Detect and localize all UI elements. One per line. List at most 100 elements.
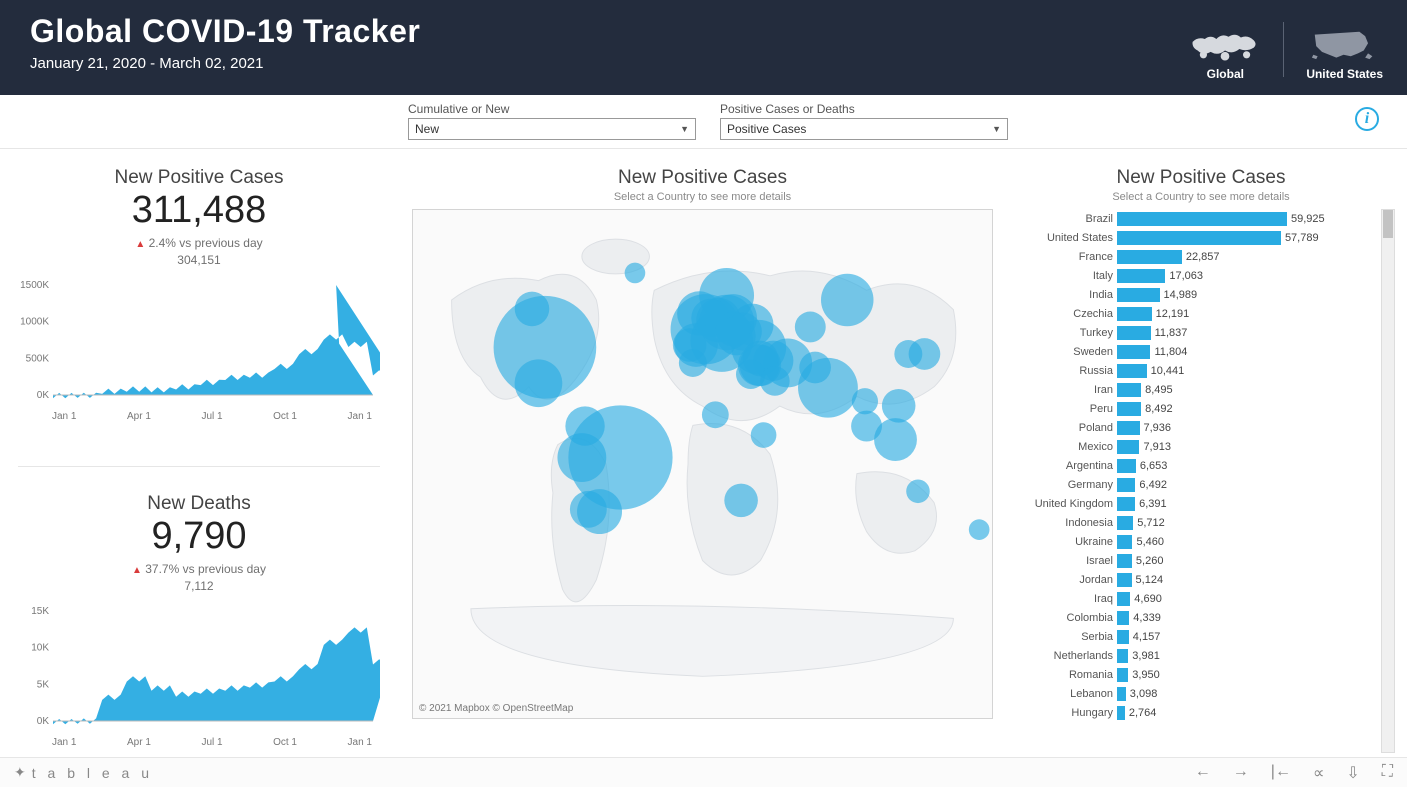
country-bar-row[interactable]: Italy17,063 bbox=[1007, 266, 1377, 285]
map-bubble[interactable] bbox=[625, 263, 646, 284]
bar-fill bbox=[1117, 364, 1147, 378]
map-bubble[interactable] bbox=[760, 366, 790, 396]
map-bubble[interactable] bbox=[724, 484, 758, 518]
map-bubble[interactable] bbox=[702, 401, 729, 428]
map-bubble[interactable] bbox=[515, 292, 550, 327]
deaths-chart[interactable]: 0K5K10K15K Jan 1Apr 1Jul 1Oct 1Jan 1 bbox=[18, 605, 380, 748]
bar-value: 8,492 bbox=[1145, 403, 1173, 415]
map-bubble[interactable] bbox=[906, 480, 930, 504]
country-bar-row[interactable]: United Kingdom6,391 bbox=[1007, 494, 1377, 513]
chevron-down-icon: ▼ bbox=[680, 124, 689, 134]
map-bubble[interactable] bbox=[821, 274, 873, 326]
map-bubble[interactable] bbox=[673, 328, 707, 362]
country-bar-row[interactable]: Sweden11,804 bbox=[1007, 342, 1377, 361]
country-bar-row[interactable]: Iran8,495 bbox=[1007, 380, 1377, 399]
bar-fill bbox=[1117, 231, 1281, 245]
country-bar-row[interactable]: Jordan5,124 bbox=[1007, 570, 1377, 589]
country-bar-row[interactable]: Peru8,492 bbox=[1007, 399, 1377, 418]
stat-deaths-value: 9,790 bbox=[18, 517, 380, 555]
reset-button[interactable]: |← bbox=[1271, 763, 1291, 783]
fullscreen-button[interactable]: ⛶ bbox=[1382, 763, 1393, 783]
bar-fill bbox=[1117, 687, 1126, 701]
map-bubble[interactable] bbox=[751, 422, 777, 448]
svg-text:15K: 15K bbox=[31, 606, 49, 617]
cases-area-chart: 0K500K1000K1500K bbox=[18, 279, 380, 409]
country-bar-row[interactable]: Poland7,936 bbox=[1007, 418, 1377, 437]
country-bar-row[interactable]: Iraq4,690 bbox=[1007, 589, 1377, 608]
country-label: India bbox=[1007, 289, 1117, 301]
map-bubble[interactable] bbox=[969, 519, 990, 540]
region-toggle-us[interactable]: United States bbox=[1306, 23, 1383, 81]
country-bar-row[interactable]: Colombia4,339 bbox=[1007, 608, 1377, 627]
undo-button[interactable]: ← bbox=[1195, 763, 1211, 783]
map-bubble[interactable] bbox=[852, 388, 878, 414]
svg-text:5K: 5K bbox=[37, 679, 50, 690]
divider bbox=[18, 466, 380, 467]
country-bar-row[interactable]: Germany6,492 bbox=[1007, 475, 1377, 494]
map-bubble[interactable] bbox=[515, 359, 563, 407]
country-bar-row[interactable]: Ukraine5,460 bbox=[1007, 532, 1377, 551]
world-map[interactable]: © 2021 Mapbox © OpenStreetMap bbox=[412, 209, 993, 719]
country-label: Sweden bbox=[1007, 346, 1117, 358]
bar-fill bbox=[1117, 421, 1140, 435]
bar-fill bbox=[1117, 649, 1128, 663]
country-bar-row[interactable]: Argentina6,653 bbox=[1007, 456, 1377, 475]
svg-text:1500K: 1500K bbox=[20, 280, 49, 291]
bar-value: 4,339 bbox=[1133, 612, 1161, 624]
bar-value: 7,913 bbox=[1143, 441, 1171, 453]
map-svg bbox=[413, 210, 992, 718]
download-button[interactable]: ⇩ bbox=[1346, 763, 1359, 783]
bar-value: 6,391 bbox=[1139, 498, 1167, 510]
map-title: New Positive Cases bbox=[412, 167, 993, 189]
main-content: New Positive Cases 311,488 ▲ 2.4% vs pre… bbox=[0, 149, 1407, 757]
region-global-label: Global bbox=[1207, 67, 1244, 81]
bar-fill bbox=[1117, 250, 1182, 264]
map-bubble[interactable] bbox=[882, 389, 916, 423]
bar-value: 22,857 bbox=[1186, 251, 1220, 263]
map-bubble[interactable] bbox=[565, 406, 604, 445]
share-button[interactable]: ∝ bbox=[1313, 763, 1324, 783]
stat-cases-value: 311,488 bbox=[18, 191, 380, 229]
country-bar-row[interactable]: Netherlands3,981 bbox=[1007, 646, 1377, 665]
country-bar-row[interactable]: Romania3,950 bbox=[1007, 665, 1377, 684]
country-bar-row[interactable]: Serbia4,157 bbox=[1007, 627, 1377, 646]
country-bar-row[interactable]: Indonesia5,712 bbox=[1007, 513, 1377, 532]
footer: ✦ t a b l e a u ← → |← ∝ ⇩ ⛶ bbox=[0, 757, 1407, 787]
info-icon[interactable]: i bbox=[1355, 107, 1379, 131]
tableau-logo[interactable]: ✦ t a b l e a u bbox=[14, 764, 153, 781]
select-metric[interactable]: Positive Cases ▼ bbox=[720, 118, 1008, 140]
map-bubble[interactable] bbox=[716, 312, 751, 347]
map-bubble[interactable] bbox=[795, 312, 826, 343]
country-bar-row[interactable]: Hungary2,764 bbox=[1007, 703, 1377, 722]
country-bar-row[interactable]: Lebanon3,098 bbox=[1007, 684, 1377, 703]
country-bar-row[interactable]: Turkey11,837 bbox=[1007, 323, 1377, 342]
map-bubble[interactable] bbox=[799, 352, 831, 384]
country-bar-row[interactable]: France22,857 bbox=[1007, 247, 1377, 266]
filter-mode: Cumulative or New New ▼ bbox=[408, 102, 696, 140]
bar-fill bbox=[1117, 402, 1141, 416]
country-bar-row[interactable]: Mexico7,913 bbox=[1007, 437, 1377, 456]
select-mode[interactable]: New ▼ bbox=[408, 118, 696, 140]
country-bar-row[interactable]: Brazil59,925 bbox=[1007, 209, 1377, 228]
stat-deaths-previous: 7,112 bbox=[184, 579, 213, 593]
scrollbar-thumb[interactable] bbox=[1383, 210, 1393, 238]
scrollbar[interactable] bbox=[1381, 209, 1395, 753]
map-bubble[interactable] bbox=[570, 491, 607, 528]
country-bar-row[interactable]: Czechia12,191 bbox=[1007, 304, 1377, 323]
country-bar-list[interactable]: Brazil59,925United States57,789France22,… bbox=[1007, 209, 1395, 753]
map-bubble[interactable] bbox=[851, 411, 882, 442]
country-bar-row[interactable]: Israel5,260 bbox=[1007, 551, 1377, 570]
country-label: Ukraine bbox=[1007, 536, 1117, 548]
country-bar-row[interactable]: Russia10,441 bbox=[1007, 361, 1377, 380]
country-bar-row[interactable]: United States57,789 bbox=[1007, 228, 1377, 247]
region-toggle-global[interactable]: Global bbox=[1189, 23, 1261, 81]
select-metric-value: Positive Cases bbox=[727, 122, 806, 136]
bar-fill bbox=[1117, 345, 1150, 359]
up-arrow-icon: ▲ bbox=[132, 565, 142, 576]
stat-cases-title: New Positive Cases bbox=[18, 167, 380, 189]
country-label: Israel bbox=[1007, 555, 1117, 567]
country-bar-row[interactable]: India14,989 bbox=[1007, 285, 1377, 304]
redo-button[interactable]: → bbox=[1233, 763, 1249, 783]
cases-chart[interactable]: 0K500K1000K1500K Jan 1Apr 1Jul 1Oct 1Jan… bbox=[18, 279, 380, 422]
map-bubble[interactable] bbox=[894, 340, 922, 368]
